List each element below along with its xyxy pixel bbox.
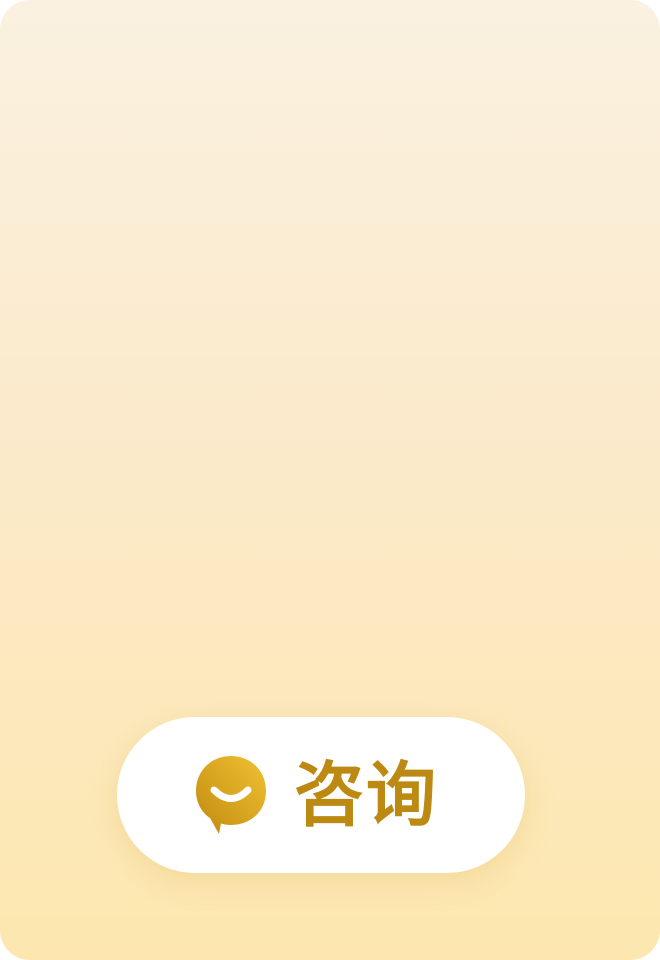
chat-bubble-smile-icon xyxy=(196,756,266,834)
consult-button-label: 咨询 xyxy=(294,754,438,836)
consult-card: 咨询 xyxy=(0,0,660,960)
consult-button[interactable]: 咨询 xyxy=(117,717,525,873)
